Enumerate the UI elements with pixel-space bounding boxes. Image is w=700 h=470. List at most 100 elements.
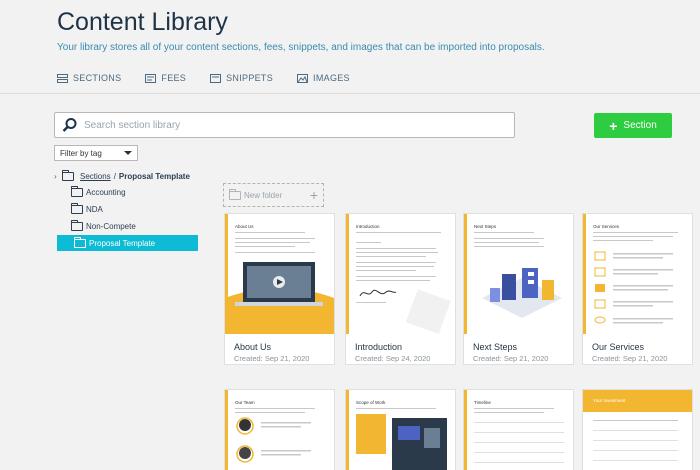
thumb-line: [593, 460, 678, 461]
filter-by-tag-select[interactable]: Filter by tag: [54, 145, 138, 161]
folder-item-nda[interactable]: NDA: [54, 201, 198, 217]
thumb-line: [474, 412, 544, 413]
thumb-line: [474, 432, 564, 433]
folder-icon: [71, 219, 83, 231]
card-stripe: [464, 390, 467, 470]
breadcrumb: › Sections / Proposal Template: [54, 170, 198, 183]
tab-images-label: IMAGES: [313, 73, 350, 83]
card-date: Created: Sep 21, 2020: [473, 354, 549, 363]
services-list-icon: [594, 251, 673, 324]
thumb-line: [235, 238, 315, 239]
card-thumbnail: Introduction: [346, 214, 455, 334]
add-section-label: Section: [623, 120, 657, 131]
breadcrumb-separator: /: [113, 172, 116, 181]
section-card-introduction[interactable]: Introduction Introduction Created: Sep 2…: [345, 213, 456, 365]
folder-item-accounting[interactable]: Accounting: [54, 184, 198, 200]
caret-down-icon: [124, 151, 132, 155]
thumb-line: [235, 252, 315, 253]
thumb-line: [474, 462, 564, 463]
card-thumbnail: Our Services: [583, 214, 692, 334]
folder-icon: [71, 202, 83, 214]
new-folder-button[interactable]: New folder +: [223, 183, 324, 207]
folder-label: NDA: [86, 204, 103, 214]
signature-icon: [359, 289, 397, 297]
section-card-timeline[interactable]: Timeline: [463, 389, 574, 470]
tab-snippets-label: SNIPPETS: [226, 73, 274, 83]
thumb-line: [474, 238, 544, 239]
thumb-title: About Us: [235, 224, 254, 229]
search-input[interactable]: [84, 119, 484, 131]
thumb-title: Our Services: [593, 224, 620, 229]
section-card-scope-of-work[interactable]: Scope of Work: [345, 389, 456, 470]
section-card-about-us[interactable]: About Us About Us Created: Sep 21, 2020: [224, 213, 335, 365]
laptop-photo-icon: [225, 262, 334, 334]
thumb-line: [356, 276, 436, 277]
card-stripe: [346, 390, 349, 470]
tabs-divider: [0, 93, 700, 94]
folder-label: Non-Compete: [86, 221, 136, 231]
chevron-right-icon[interactable]: ›: [54, 172, 62, 181]
tab-images[interactable]: IMAGES: [297, 73, 350, 83]
folder-icon: [71, 185, 83, 197]
sections-icon: [57, 73, 68, 83]
thumb-title: Introduction: [356, 224, 380, 229]
fees-icon: [145, 73, 157, 83]
thumb-line: [593, 420, 678, 421]
card-stripe: [464, 214, 467, 334]
card-stripe: [225, 390, 228, 470]
section-card-our-team[interactable]: Our Team: [224, 389, 335, 470]
breadcrumb-current: Proposal Template: [118, 172, 190, 181]
thumb-line: [593, 440, 678, 441]
folder-label: Accounting: [86, 187, 126, 197]
tab-fees[interactable]: FEES: [145, 73, 186, 83]
filter-label: Filter by tag: [60, 148, 102, 158]
thumb-title: Scope of Work: [356, 400, 386, 405]
thumb-line: [474, 452, 564, 453]
thumb-line: [356, 262, 436, 263]
folder-item-proposal-template[interactable]: Proposal Template: [57, 235, 198, 251]
thumb-line: [235, 412, 305, 413]
tab-snippets[interactable]: SNIPPETS: [210, 73, 273, 83]
tab-sections[interactable]: SECTIONS: [57, 73, 121, 83]
plus-icon: +: [309, 187, 318, 203]
card-date: Created: Sep 24, 2020: [355, 354, 431, 363]
tab-fees-label: FEES: [161, 73, 187, 83]
thumb-line: [235, 232, 305, 233]
section-card-your-investment[interactable]: Your Investment: [582, 389, 693, 470]
thumb-line: [593, 236, 673, 237]
card-name: Next Steps: [473, 342, 518, 352]
thumb-line: [356, 280, 430, 281]
breadcrumb-sections-link[interactable]: Sections: [80, 172, 111, 181]
section-card-our-services[interactable]: Our Services Our Services Created: Sep 2…: [582, 213, 693, 365]
thumb-line: [593, 232, 678, 233]
folder-icon: [62, 170, 74, 181]
folder-item-non-compete[interactable]: Non-Compete: [54, 218, 198, 234]
thumb-line: [356, 302, 386, 303]
thumb-line: [593, 430, 678, 431]
add-section-button[interactable]: + Section: [594, 113, 672, 138]
thumb-line: [474, 408, 554, 409]
thumb-title: Your Investment: [593, 398, 626, 403]
card-stripe: [583, 214, 586, 334]
section-card-next-steps[interactable]: Next Steps Next Steps Created: Sep 21, 2…: [463, 213, 574, 365]
thumb-line: [356, 408, 436, 409]
thumb-line: [356, 266, 434, 267]
thumb-line: [356, 256, 426, 257]
folder-tree: › Sections / Proposal Template Accountin…: [54, 170, 198, 251]
team-avatars-icon: [236, 417, 311, 463]
card-thumbnail: Next Steps: [464, 214, 573, 334]
thumb-line: [356, 232, 441, 233]
thumb-line: [356, 242, 381, 243]
thumb-title: Timeline: [474, 400, 491, 405]
search-box[interactable]: [54, 112, 515, 138]
thumb-line: [593, 450, 678, 451]
thumb-line: [474, 232, 534, 233]
tab-sections-label: SECTIONS: [73, 73, 122, 83]
thumb-line: [235, 408, 315, 409]
isometric-illustration-icon: [482, 268, 562, 318]
card-date: Created: Sep 21, 2020: [234, 354, 310, 363]
plus-icon: +: [609, 117, 618, 134]
folder-icon: [229, 188, 241, 200]
scope-photo-icon: [356, 414, 447, 470]
thumb-title: Our Team: [235, 400, 255, 405]
